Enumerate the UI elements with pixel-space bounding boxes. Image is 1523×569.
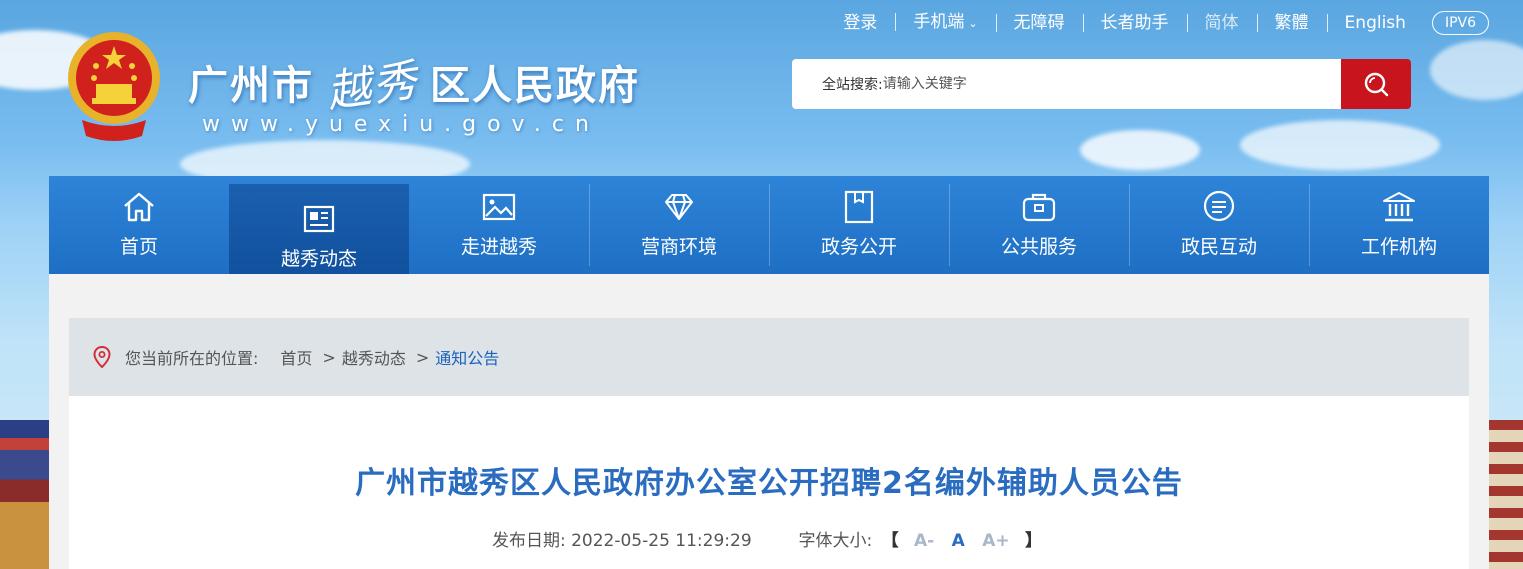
login-link[interactable]: 登录 — [825, 12, 895, 34]
date-label: 发布日期: — [491, 531, 566, 551]
breadcrumb: 您当前所在的位置: 首页 > 越秀动态 > 通知公告 — [69, 318, 1469, 396]
ipv6-badge: IPV6 — [1431, 11, 1489, 35]
english-link[interactable]: English — [1326, 12, 1424, 34]
article-title: 广州市越秀区人民政府办公室公开招聘2名编外辅助人员公告 — [355, 466, 1183, 501]
site-search: 全站搜索: — [792, 59, 1411, 109]
site-title-prefix: 广州市 — [188, 63, 314, 109]
newspaper-icon — [303, 205, 335, 232]
accessibility-link[interactable]: 无障碍 — [995, 12, 1083, 34]
chat-icon — [1203, 190, 1235, 221]
simplified-chinese-link[interactable]: 简体 — [1186, 12, 1257, 34]
cloud — [1430, 40, 1523, 100]
site-title-script: 越秀 — [323, 54, 422, 119]
breadcrumb-prefix: 您当前所在的位置: — [125, 349, 259, 368]
search-input[interactable] — [882, 76, 1263, 92]
building-decoration — [0, 420, 52, 569]
nav-label: 走进越秀 — [460, 235, 537, 258]
home-icon — [124, 192, 154, 221]
cloud — [1240, 120, 1440, 170]
nav-item-home[interactable]: 首页 — [49, 176, 229, 274]
picture-icon — [482, 193, 516, 220]
breadcrumb-separator: > — [322, 347, 336, 367]
main-nav: 首页 越秀动态 走进越秀 营商环境 政务公开 公共服务 政民互动 工作机构 — [49, 176, 1489, 290]
article: 广州市越秀区人民政府办公室公开招聘2名编外辅助人员公告 发布日期: 2022-0… — [69, 396, 1469, 569]
nav-label: 工作机构 — [1360, 235, 1437, 258]
mobile-link[interactable]: 手机端 ⌄ — [895, 11, 995, 35]
nav-item-interaction[interactable]: 政民互动 — [1129, 176, 1309, 274]
nav-item-public-service[interactable]: 公共服务 — [949, 176, 1129, 274]
site-title: 广州市 越秀 区人民政府 — [188, 50, 640, 118]
font-medium-button[interactable]: A — [952, 531, 965, 551]
breadcrumb-section[interactable]: 越秀动态 — [342, 345, 406, 369]
cloud — [1080, 130, 1200, 170]
mobile-label: 手机端 — [913, 12, 965, 32]
nav-item-about[interactable]: 走进越秀 — [409, 176, 589, 274]
article-meta: 发布日期: 2022-05-25 11:29:29 字体大小: 【 A- A A… — [69, 526, 1469, 551]
search-box: 全站搜索: — [792, 59, 1341, 109]
nav-item-gov-affairs[interactable]: 政务公开 — [769, 176, 949, 274]
breadcrumb-current[interactable]: 通知公告 — [435, 345, 499, 369]
font-size-label: 字体大小: — [798, 531, 873, 551]
chevron-down-icon: ⌄ — [968, 17, 978, 30]
site-url: www.yuexiu.gov.cn — [202, 112, 600, 137]
briefcase-icon — [1022, 193, 1056, 221]
font-larger-button[interactable]: A+ — [982, 531, 1009, 551]
diamond-icon — [665, 193, 693, 220]
nav-label: 政民互动 — [1180, 235, 1257, 258]
publish-date: 2022-05-25 11:29:29 — [571, 531, 752, 551]
folder-icon — [844, 190, 874, 223]
national-emblem-icon — [68, 32, 160, 141]
nav-label: 首页 — [119, 235, 158, 258]
location-pin-icon — [93, 346, 111, 368]
search-button[interactable] — [1341, 59, 1411, 109]
font-smaller-button[interactable]: A- — [914, 531, 934, 551]
nav-item-business[interactable]: 营商环境 — [589, 176, 769, 274]
building-decoration — [1487, 420, 1523, 569]
nav-item-institutions[interactable]: 工作机构 — [1309, 176, 1489, 274]
traditional-chinese-link[interactable]: 繁體 — [1256, 12, 1327, 34]
nav-label: 政务公开 — [820, 235, 897, 258]
bracket-close: 】 — [1025, 531, 1043, 551]
search-label: 全站搜索: — [822, 77, 883, 93]
nav-label: 营商环境 — [640, 235, 717, 258]
search-icon — [1364, 72, 1389, 97]
elderly-assistant-link[interactable]: 长者助手 — [1082, 12, 1187, 34]
nav-label: 越秀动态 — [280, 247, 357, 270]
top-links: 登录 手机端 ⌄ 无障碍 长者助手 简体 繁體 English IPV6 — [825, 10, 1489, 36]
bracket-open: 【 — [881, 531, 899, 551]
breadcrumb-home[interactable]: 首页 — [280, 345, 312, 369]
nav-label: 公共服务 — [1000, 235, 1077, 258]
institution-icon — [1383, 191, 1415, 221]
breadcrumb-separator: > — [415, 347, 430, 367]
site-title-suffix: 区人民政府 — [430, 63, 640, 109]
